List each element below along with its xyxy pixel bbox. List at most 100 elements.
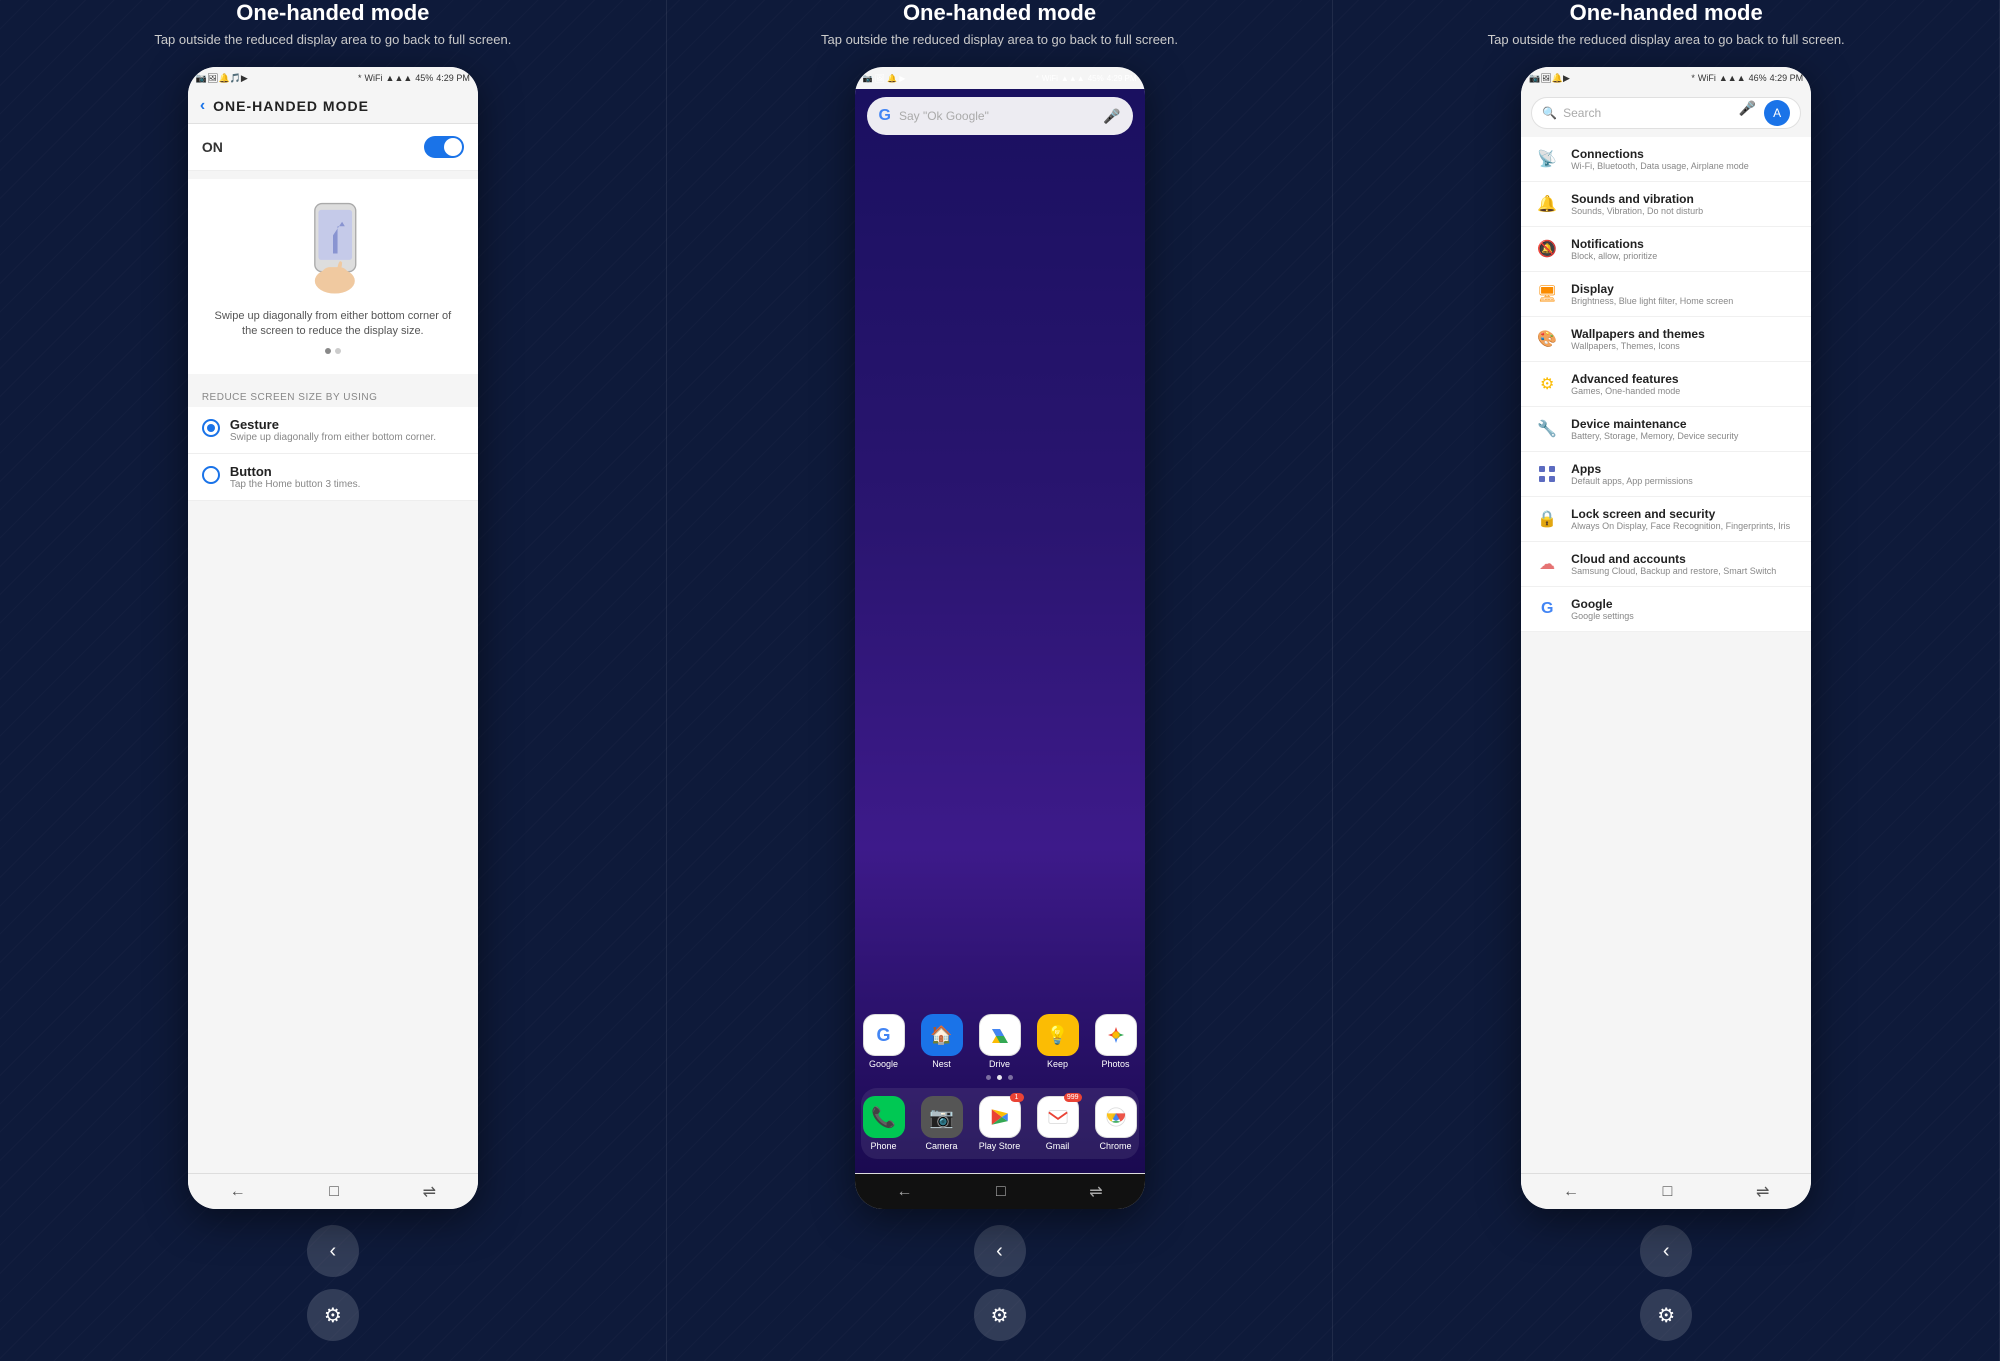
dock-camera[interactable]: 📷 Camera bbox=[921, 1096, 963, 1151]
nav-bar-1: ← □ ⇌ bbox=[188, 1173, 478, 1209]
toggle-label: ON bbox=[202, 139, 223, 155]
camera-dock-icon: 📷 bbox=[921, 1096, 963, 1138]
notifications-subtitle: Block, allow, prioritize bbox=[1571, 251, 1799, 261]
back-nav-3[interactable]: ← bbox=[1563, 1183, 1579, 1201]
menu-wallpapers[interactable]: 🎨 Wallpapers and themes Wallpapers, Them… bbox=[1521, 317, 1811, 362]
gesture-label: Gesture bbox=[230, 417, 436, 432]
on-toggle[interactable] bbox=[424, 136, 464, 158]
status-right-3: * WiFi ▲▲▲ 46% 4:29 PM bbox=[1691, 73, 1803, 83]
menu-device[interactable]: 🔧 Device maintenance Battery, Storage, M… bbox=[1521, 407, 1811, 452]
dock-gmail[interactable]: 999 Gmail bbox=[1037, 1096, 1079, 1151]
menu-apps[interactable]: Apps Default apps, App permissions bbox=[1521, 452, 1811, 497]
menu-google[interactable]: G Google Google settings bbox=[1521, 587, 1811, 632]
menu-connections[interactable]: 📡 Connections Wi-Fi, Bluetooth, Data usa… bbox=[1521, 137, 1811, 182]
recent-nav-2[interactable]: ⇌ bbox=[1089, 1182, 1102, 1202]
phone-mockup-3: 📷🖼🔔▶ * WiFi ▲▲▲ 46% 4:29 PM 🔍 Search 🎤 A bbox=[1521, 67, 1811, 1209]
radio-gesture[interactable]: Gesture Swipe up diagonally from either … bbox=[188, 407, 478, 454]
back-arrow-1[interactable]: ‹ bbox=[200, 97, 205, 115]
chrome-svg bbox=[1105, 1106, 1127, 1128]
menu-sounds[interactable]: 🔔 Sounds and vibration Sounds, Vibration… bbox=[1521, 182, 1811, 227]
home-nav-2[interactable]: □ bbox=[996, 1183, 1006, 1201]
menu-advanced[interactable]: ⚙ Advanced features Games, One-handed mo… bbox=[1521, 362, 1811, 407]
signal-2: ▲▲▲ bbox=[1061, 74, 1085, 83]
back-circle-3[interactable]: ‹ bbox=[1640, 1225, 1692, 1277]
bottom-controls-1: ‹ ⚙ bbox=[307, 1209, 359, 1361]
settings-circle-1[interactable]: ⚙ bbox=[307, 1289, 359, 1341]
back-nav-1[interactable]: ← bbox=[230, 1183, 246, 1201]
panel-3: One-handed mode Tap outside the reduced … bbox=[1333, 0, 2000, 1361]
google-search-text: Say "Ok Google" bbox=[899, 109, 1095, 123]
nest-icon: 🏠 bbox=[930, 1025, 952, 1046]
page-dots-illustration bbox=[325, 348, 341, 354]
settings-circle-2[interactable]: ⚙ bbox=[974, 1289, 1026, 1341]
back-circle-1[interactable]: ‹ bbox=[307, 1225, 359, 1277]
mic-search-icon[interactable]: 🎤 bbox=[1739, 100, 1756, 126]
menu-notifications[interactable]: 🔕 Notifications Block, allow, prioritize bbox=[1521, 227, 1811, 272]
phone-dock-label: Phone bbox=[870, 1141, 896, 1151]
google-settings-title: Google bbox=[1571, 597, 1799, 611]
illustration-area: Swipe up diagonally from either bottom c… bbox=[188, 179, 478, 374]
dock-chrome[interactable]: Chrome bbox=[1095, 1096, 1137, 1151]
menu-display[interactable]: 🖥 Display Brightness, Blue light filter,… bbox=[1521, 272, 1811, 317]
phone-mockup-2: 📷 🖼 🔔 ▶ * WiFi ▲▲▲ 45% 4:29 PM G Say "Ok… bbox=[855, 67, 1145, 1209]
battery-2: 45% bbox=[1088, 74, 1104, 83]
cloud-icon: ☁ bbox=[1533, 550, 1561, 578]
home-nav-1[interactable]: □ bbox=[329, 1183, 339, 1201]
app-google[interactable]: G Google bbox=[863, 1014, 905, 1069]
playstore-svg bbox=[989, 1106, 1011, 1128]
notifications-title: Notifications bbox=[1571, 237, 1799, 251]
display-title: Display bbox=[1571, 282, 1799, 296]
settings-search-bar[interactable]: 🔍 Search 🎤 A bbox=[1531, 97, 1801, 129]
cloud-title: Cloud and accounts bbox=[1571, 552, 1799, 566]
notifications-icon: 🔕 bbox=[1533, 235, 1561, 263]
button-label: Button bbox=[230, 464, 361, 479]
time-3: 4:29 PM bbox=[1770, 73, 1804, 83]
search-icon-small: 🔍 bbox=[1542, 106, 1557, 120]
display-text: Display Brightness, Blue light filter, H… bbox=[1571, 282, 1799, 306]
menu-cloud[interactable]: ☁ Cloud and accounts Samsung Cloud, Back… bbox=[1521, 542, 1811, 587]
radio-button-circle[interactable] bbox=[202, 466, 220, 484]
apps-text: Apps Default apps, App permissions bbox=[1571, 462, 1799, 486]
keep-app-icon: 💡 bbox=[1037, 1014, 1079, 1056]
app-nest[interactable]: 🏠 Nest bbox=[921, 1014, 963, 1069]
playstore-badge: 1 bbox=[1010, 1093, 1024, 1102]
app-drive[interactable]: Drive bbox=[979, 1014, 1021, 1069]
sounds-subtitle: Sounds, Vibration, Do not disturb bbox=[1571, 206, 1799, 216]
gmail-svg bbox=[1047, 1106, 1069, 1128]
recent-nav-3[interactable]: ⇌ bbox=[1756, 1182, 1769, 1202]
radio-gesture-circle[interactable] bbox=[202, 419, 220, 437]
chrome-dock-label: Chrome bbox=[1099, 1141, 1131, 1151]
settings-circle-3[interactable]: ⚙ bbox=[1640, 1289, 1692, 1341]
dock-playstore[interactable]: 1 Play Store bbox=[979, 1096, 1021, 1151]
back-circle-2[interactable]: ‹ bbox=[974, 1225, 1026, 1277]
display-subtitle: Brightness, Blue light filter, Home scre… bbox=[1571, 296, 1799, 306]
app-photos[interactable]: Photos bbox=[1095, 1014, 1137, 1069]
bottom-controls-3: ‹ ⚙ bbox=[1640, 1209, 1692, 1361]
settings-list-screen: 🔍 Search 🎤 A 📡 Connections Wi-Fi, Blueto… bbox=[1521, 89, 1811, 1173]
back-nav-2[interactable]: ← bbox=[896, 1183, 912, 1201]
app-keep[interactable]: 💡 Keep bbox=[1037, 1014, 1079, 1069]
photos-app-icon bbox=[1095, 1014, 1137, 1056]
playstore-dock-icon: 1 bbox=[979, 1096, 1021, 1138]
notif-icons-2: 📷 🖼 🔔 ▶ bbox=[863, 74, 906, 83]
home-nav-3[interactable]: □ bbox=[1663, 1183, 1673, 1201]
dock-phone[interactable]: 📞 Phone bbox=[863, 1096, 905, 1151]
radio-button[interactable]: Button Tap the Home button 3 times. bbox=[188, 454, 478, 501]
keep-icon: 💡 bbox=[1046, 1025, 1068, 1046]
device-text: Device maintenance Battery, Storage, Mem… bbox=[1571, 417, 1799, 441]
panel-3-subtitle: Tap outside the reduced display area to … bbox=[1468, 32, 1865, 47]
display-icon: 🖥 bbox=[1533, 280, 1561, 308]
google-search-bar[interactable]: G Say "Ok Google" 🎤 bbox=[867, 97, 1133, 135]
google-settings-text: Google Google settings bbox=[1571, 597, 1799, 621]
recent-nav-1[interactable]: ⇌ bbox=[423, 1182, 436, 1202]
status-right-2: * WiFi ▲▲▲ 45% 4:29 PM bbox=[1036, 74, 1137, 83]
chrome-dock-icon bbox=[1095, 1096, 1137, 1138]
gmail-badge: 999 bbox=[1064, 1093, 1082, 1102]
google-g: G bbox=[876, 1025, 890, 1046]
drive-icon-svg bbox=[988, 1023, 1012, 1047]
connections-icon: 📡 bbox=[1533, 145, 1561, 173]
mic-icon[interactable]: 🎤 bbox=[1103, 108, 1120, 125]
signal-3: ▲▲▲ bbox=[1719, 73, 1746, 83]
settings-avatar[interactable]: A bbox=[1764, 100, 1790, 126]
menu-lock[interactable]: 🔒 Lock screen and security Always On Dis… bbox=[1521, 497, 1811, 542]
